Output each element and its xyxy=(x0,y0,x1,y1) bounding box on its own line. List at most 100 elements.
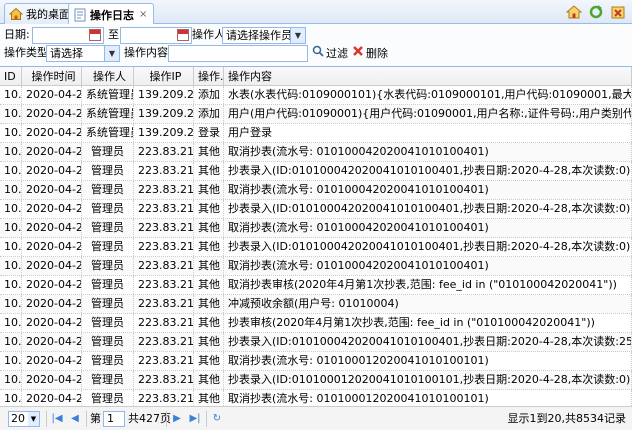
delete-button[interactable]: 删除 xyxy=(352,45,388,62)
cell-ip: 139.209.2... xyxy=(134,105,194,123)
cell-id: 10... xyxy=(0,314,22,332)
cell-type: 其他 xyxy=(194,219,224,237)
cell-content: 取消抄表(流水号: 010100012020041010100101) xyxy=(224,352,632,370)
cell-time: 2020-04-2... xyxy=(22,162,82,180)
table-row[interactable]: 10...2020-04-2...系统管理员139.209.2...添加水表(水… xyxy=(0,86,632,105)
cell-operator: 管理员 xyxy=(82,295,134,313)
cell-ip: 223.83.21... xyxy=(134,276,194,294)
cell-id: 10... xyxy=(0,143,22,161)
op-type-label: 操作类型: xyxy=(4,46,52,59)
cell-content: 用户登录 xyxy=(224,124,632,142)
cell-id: 10... xyxy=(0,124,22,142)
table-row[interactable]: 10...2020-04-2...管理员223.83.21...其他取消抄表(流… xyxy=(0,143,632,162)
table-row[interactable]: 10...2020-04-2...管理员223.83.21...其他取消抄表(流… xyxy=(0,181,632,200)
date-from-input[interactable] xyxy=(32,27,104,44)
cell-id: 10... xyxy=(0,257,22,275)
op-type-select-value: 请选择 xyxy=(50,47,83,60)
date-to-input[interactable] xyxy=(120,27,192,44)
cell-time: 2020-04-2... xyxy=(22,295,82,313)
cell-content: 取消抄表(流水号: 010100042020041010100401) xyxy=(224,219,632,237)
home-icon[interactable] xyxy=(565,4,583,20)
cell-type: 其他 xyxy=(194,276,224,294)
tab-bar: 我的桌面 操作日志 × xyxy=(0,0,632,25)
cell-time: 2020-04-2... xyxy=(22,105,82,123)
close-icon[interactable]: × xyxy=(139,9,147,20)
table-row[interactable]: 10...2020-04-2...管理员223.83.21...其他取消抄表(流… xyxy=(0,257,632,276)
cell-ip: 139.209.2... xyxy=(134,124,194,142)
table-row[interactable]: 10...2020-04-2...管理员223.83.21...其他取消抄表审核… xyxy=(0,276,632,295)
cell-operator: 管理员 xyxy=(82,371,134,389)
table-row[interactable]: 10...2020-04-2...管理员223.83.21...其他取消抄表(流… xyxy=(0,219,632,238)
table-row[interactable]: 10...2020-04-2...管理员223.83.21...其他抄表录入(I… xyxy=(0,371,632,390)
page-number-input[interactable]: 1 xyxy=(103,411,125,427)
cell-ip: 139.209.2... xyxy=(134,86,194,104)
cell-content: 抄表录入(ID:010100042020041010100401,抄表日期:20… xyxy=(224,333,632,351)
first-page-icon[interactable]: |◀ xyxy=(50,412,64,426)
cell-id: 10... xyxy=(0,86,22,104)
cell-type: 其他 xyxy=(194,352,224,370)
document-icon xyxy=(73,8,87,22)
refresh-icon[interactable]: ↻ xyxy=(210,412,224,426)
cell-content: 取消抄表审核(2020年4月第1次抄表,范围: fee_id in ("0101… xyxy=(224,276,632,294)
chevron-down-icon[interactable]: ▼ xyxy=(104,46,119,61)
op-type-select[interactable]: 请选择 ▼ xyxy=(46,45,120,62)
cell-time: 2020-04-2... xyxy=(22,238,82,256)
chevron-down-icon[interactable]: ▼ xyxy=(28,412,39,426)
column-header-type[interactable]: 操作... xyxy=(194,67,224,86)
cell-type: 添加 xyxy=(194,86,224,104)
cell-operator: 管理员 xyxy=(82,181,134,199)
cell-ip: 223.83.21... xyxy=(134,257,194,275)
page-size-select[interactable]: 20 ▼ xyxy=(8,411,40,427)
calendar-icon[interactable] xyxy=(177,29,189,41)
chevron-down-icon[interactable]: ▼ xyxy=(290,28,305,43)
delete-icon xyxy=(352,45,364,62)
calendar-icon[interactable] xyxy=(89,29,101,41)
cell-content: 取消抄表(流水号: 010100042020041010100401) xyxy=(224,257,632,275)
cell-ip: 223.83.21... xyxy=(134,390,194,406)
cell-ip: 223.83.21... xyxy=(134,162,194,180)
cell-id: 10... xyxy=(0,276,22,294)
content-input[interactable] xyxy=(168,45,308,62)
column-header-content[interactable]: 操作内容 xyxy=(224,67,632,86)
table-row[interactable]: 10...2020-04-2...管理员223.83.21...其他取消抄表(流… xyxy=(0,390,632,406)
table-row[interactable]: 10...2020-04-2...管理员223.83.21...其他抄表录入(I… xyxy=(0,238,632,257)
column-header-ip[interactable]: 操作IP xyxy=(134,67,194,86)
search-icon xyxy=(312,45,324,62)
table-row[interactable]: 10...2020-04-2...管理员223.83.21...其他取消抄表(流… xyxy=(0,352,632,371)
column-header-id[interactable]: ID xyxy=(0,67,22,86)
tab-my-desktop[interactable]: 我的桌面 xyxy=(4,3,77,24)
operator-select[interactable]: 请选择操作员 ▼ xyxy=(222,27,306,44)
cell-time: 2020-04-2... xyxy=(22,200,82,218)
prev-page-icon[interactable]: ◀ xyxy=(68,412,82,426)
column-header-operator[interactable]: 操作人 xyxy=(82,67,134,86)
table-row[interactable]: 10...2020-04-2...管理员223.83.21...其他抄表录入(I… xyxy=(0,162,632,181)
table-row[interactable]: 10...2020-04-2...系统管理员139.209.2...添加用户(用… xyxy=(0,105,632,124)
cell-content: 抄表录入(ID:010100012020041010100101,抄表日期:20… xyxy=(224,371,632,389)
table-row[interactable]: 10...2020-04-2...管理员223.83.21...其他抄表审核(2… xyxy=(0,314,632,333)
date-to-label: 至 xyxy=(108,28,119,41)
cell-content: 抄表录入(ID:010100042020041010100401,抄表日期:20… xyxy=(224,162,632,180)
tab-label: 操作日志 xyxy=(90,8,134,22)
cell-ip: 223.83.21... xyxy=(134,238,194,256)
close-all-icon[interactable] xyxy=(610,4,626,20)
last-page-icon[interactable]: ▶| xyxy=(188,412,202,426)
next-page-icon[interactable]: ▶ xyxy=(170,412,184,426)
tab-operation-log[interactable]: 操作日志 × xyxy=(68,3,155,25)
cell-type: 其他 xyxy=(194,181,224,199)
table-row[interactable]: 10...2020-04-2...管理员223.83.21...其他抄表录入(I… xyxy=(0,333,632,352)
cell-operator: 系统管理员 xyxy=(82,124,134,142)
cell-ip: 223.83.21... xyxy=(134,371,194,389)
cell-id: 10... xyxy=(0,162,22,180)
column-header-time[interactable]: 操作时间 xyxy=(22,67,82,86)
cell-type: 其他 xyxy=(194,333,224,351)
refresh-icon[interactable] xyxy=(588,4,604,20)
cell-id: 10... xyxy=(0,238,22,256)
table-row[interactable]: 10...2020-04-2...管理员223.83.21...其他冲减预收余额… xyxy=(0,295,632,314)
table-row[interactable]: 10...2020-04-2...管理员223.83.21...其他抄表录入(I… xyxy=(0,200,632,219)
divider xyxy=(166,411,167,427)
cell-operator: 管理员 xyxy=(82,162,134,180)
cell-ip: 223.83.21... xyxy=(134,333,194,351)
filter-button[interactable]: 过滤 xyxy=(312,45,348,62)
table-row[interactable]: 10...2020-04-2...系统管理员139.209.2...登录用户登录 xyxy=(0,124,632,143)
cell-type: 其他 xyxy=(194,162,224,180)
